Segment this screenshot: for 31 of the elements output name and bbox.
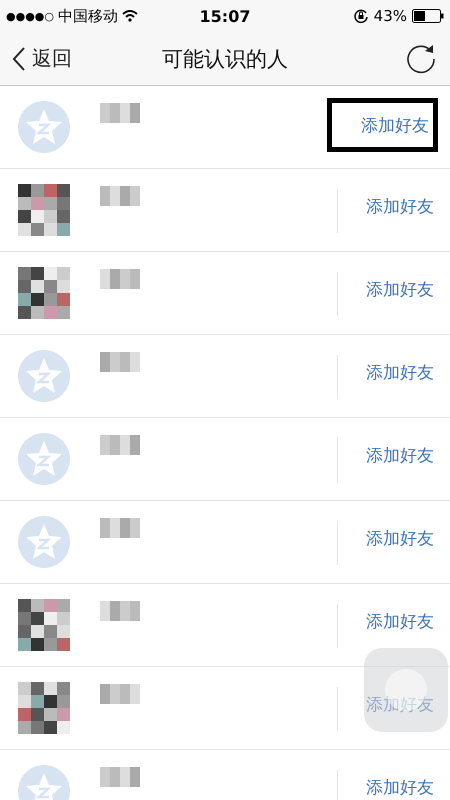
add-friend-button[interactable]: 添加好友 bbox=[338, 772, 434, 800]
blurred-name bbox=[100, 601, 140, 621]
blurred-name bbox=[100, 103, 140, 123]
battery-percent: 43% bbox=[374, 7, 407, 25]
battery-icon bbox=[412, 9, 444, 23]
chevron-left-icon bbox=[12, 46, 26, 72]
add-friend-button[interactable]: 添加好友 bbox=[338, 523, 434, 553]
blurred-name bbox=[100, 767, 140, 787]
pixelated-avatar bbox=[18, 267, 70, 319]
add-friend-button[interactable]: 添加好友 bbox=[338, 606, 434, 636]
blurred-name bbox=[100, 435, 140, 455]
wifi-icon bbox=[122, 10, 138, 22]
blurred-name bbox=[100, 186, 140, 206]
pixelated-avatar bbox=[18, 184, 70, 236]
rotation-lock-icon bbox=[352, 8, 369, 24]
add-friend-button[interactable]: 添加好友 bbox=[338, 357, 434, 387]
blurred-name bbox=[100, 269, 140, 289]
add-friend-button[interactable]: 添加好友 bbox=[327, 98, 438, 152]
blurred-name bbox=[100, 684, 140, 704]
add-friend-button[interactable]: 添加好友 bbox=[338, 440, 434, 470]
carrier-name: 中国移动 bbox=[58, 6, 118, 26]
add-friend-button[interactable]: 添加好友 bbox=[338, 191, 434, 221]
back-button[interactable]: 返回 bbox=[12, 45, 72, 72]
clock-time: 15:07 bbox=[200, 6, 250, 26]
signal-strength: ●●●●○ bbox=[6, 10, 54, 22]
add-friend-button[interactable]: 添加好友 bbox=[338, 274, 434, 304]
pixelated-avatar bbox=[18, 682, 70, 734]
blurred-name bbox=[100, 352, 140, 372]
pixelated-avatar bbox=[18, 599, 70, 651]
blurred-name bbox=[100, 518, 140, 538]
page-title: 可能认识的人 bbox=[162, 46, 288, 72]
